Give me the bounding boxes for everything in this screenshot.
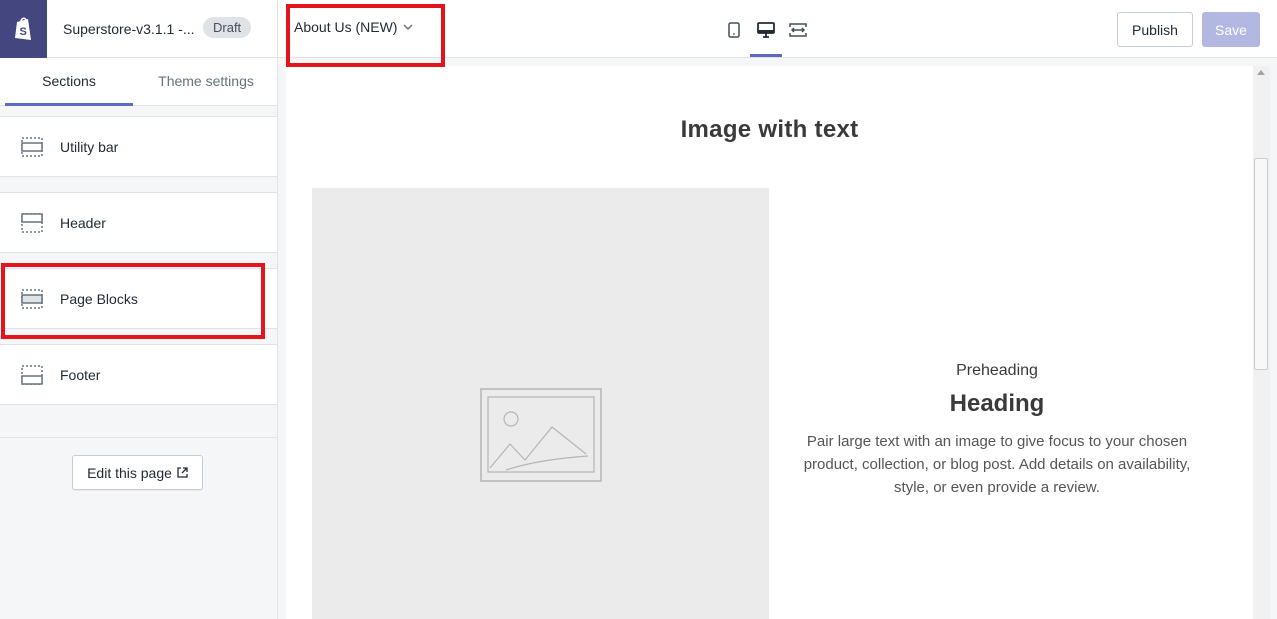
section-title: Image with text: [680, 116, 859, 143]
svg-text:S: S: [19, 26, 26, 38]
section-label: Header: [60, 215, 106, 231]
page-selector-label: About Us (NEW): [294, 19, 398, 35]
header-section-icon: [21, 213, 43, 233]
mobile-icon: [728, 22, 740, 38]
theme-name: Superstore-v3.1.1 -...: [63, 21, 195, 37]
scroll-up-arrow-icon[interactable]: [1257, 70, 1265, 75]
sidebar: S Superstore-v3.1.1 -... Draft Sections …: [0, 0, 278, 619]
text-column: Preheading Heading Pair large text with …: [793, 362, 1201, 499]
section-item-footer[interactable]: Footer: [0, 344, 277, 405]
sidebar-tabs: Sections Theme settings: [0, 58, 277, 106]
expand-horizontal-icon: [789, 23, 807, 37]
tab-theme-settings[interactable]: Theme settings: [136, 58, 276, 106]
external-link-icon: [177, 467, 188, 478]
heading-text: Heading: [949, 390, 1045, 417]
shopify-logo-icon[interactable]: S: [0, 0, 47, 58]
save-button[interactable]: Save: [1202, 12, 1260, 47]
edit-page-button[interactable]: Edit this page: [72, 455, 203, 490]
page-blocks-section-icon: [21, 289, 43, 309]
section-item-utility-bar[interactable]: Utility bar: [0, 116, 277, 177]
section-label: Utility bar: [60, 139, 119, 155]
mobile-view-button[interactable]: [718, 18, 750, 42]
edit-page-label: Edit this page: [87, 464, 172, 481]
preheading-text: Preheading: [956, 362, 1038, 379]
sidebar-divider: [0, 437, 277, 438]
view-mode-switcher: [718, 18, 814, 57]
utility-bar-section-icon: [21, 137, 43, 157]
publish-button[interactable]: Publish: [1117, 12, 1193, 47]
footer-section-icon: [21, 365, 43, 385]
theme-preview[interactable]: Image with text Preheading Heading Pair …: [286, 66, 1253, 619]
body-text: Pair large text with an image to give fo…: [803, 433, 1191, 496]
section-item-page-blocks[interactable]: Page Blocks: [0, 268, 277, 329]
desktop-icon: [757, 22, 775, 38]
tab-sections[interactable]: Sections: [5, 58, 133, 106]
image-placeholder: [312, 188, 769, 619]
draft-badge: Draft: [203, 17, 252, 38]
section-item-header[interactable]: Header: [0, 192, 277, 253]
desktop-view-button[interactable]: [750, 18, 782, 57]
scrollbar-thumb[interactable]: [1254, 158, 1268, 370]
section-label: Page Blocks: [60, 291, 138, 307]
page-selector-dropdown[interactable]: About Us (NEW): [294, 19, 413, 35]
section-label: Footer: [60, 367, 101, 383]
theme-header: S Superstore-v3.1.1 -... Draft: [0, 0, 277, 58]
editor-topbar: About Us (NEW) Publish Save: [278, 0, 1277, 58]
full-width-view-button[interactable]: [782, 18, 814, 42]
chevron-down-icon: [403, 24, 413, 30]
image-placeholder-icon: [480, 388, 602, 482]
